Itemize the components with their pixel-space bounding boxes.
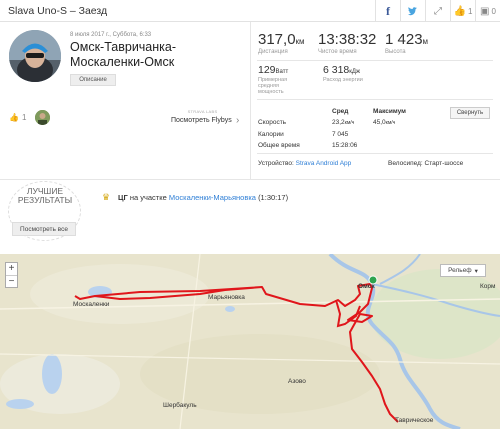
energy-unit: кДж bbox=[349, 69, 360, 75]
map-label-kormilovka: Корм bbox=[480, 283, 496, 290]
comment-button[interactable]: ▣ 0 bbox=[475, 0, 500, 22]
energy-label: Расход энергии bbox=[323, 77, 363, 83]
row-speed-max: 45,0км/ч bbox=[373, 119, 395, 126]
bike-value: Старт-шоссе bbox=[424, 160, 464, 167]
stat-moving-time: 13:38:32 Чистое время bbox=[318, 31, 376, 55]
page-title: Slava Uno-S – Заезд bbox=[8, 5, 108, 17]
speed-max-unit: км/ч bbox=[385, 120, 396, 126]
stat-elevation: 1 423м Высота bbox=[385, 31, 428, 55]
thumbs-up-icon: 👍 bbox=[453, 5, 466, 17]
best-results-line: РЕЗУЛЬТАТЫ bbox=[17, 195, 73, 205]
moving-time-value: 13:38:32 bbox=[318, 31, 377, 48]
stat-power: 129Ватт Примерная средняя мощность bbox=[258, 64, 288, 95]
kudos-count: 1 bbox=[21, 113, 27, 122]
strava-labs-label: STRAVA LABS bbox=[187, 109, 218, 114]
map-label-moskalenki: Москаленки bbox=[73, 301, 110, 308]
like-count: 1 bbox=[468, 6, 473, 16]
bike-info: Велосипед: Старт-шоссе bbox=[388, 160, 463, 167]
kudos-counter[interactable]: 👍 1 bbox=[9, 113, 26, 122]
map-canvas bbox=[0, 254, 500, 429]
twitter-icon bbox=[408, 6, 417, 15]
best-results-heading: ЛУЧШИЕ РЕЗУЛЬТАТЫ bbox=[14, 187, 76, 205]
elevation-unit: м bbox=[422, 37, 429, 46]
header-actions: f ⤢ 👍 1 ▣ 0 bbox=[375, 0, 500, 22]
device-link[interactable]: Strava Android App bbox=[296, 160, 352, 167]
page-header: Slava Uno-S – Заезд f ⤢ 👍 1 ▣ 0 bbox=[0, 0, 500, 22]
row-total-time-label: Общее время bbox=[258, 142, 300, 149]
like-button[interactable]: 👍 1 bbox=[450, 0, 475, 22]
map-label-sherbakul: Шербакуль bbox=[163, 402, 197, 409]
share-icon: ⤢ bbox=[434, 5, 442, 17]
map-label-omsk: Омск bbox=[358, 283, 375, 290]
speed-avg-unit: км/ч bbox=[344, 120, 355, 126]
map-layer-select[interactable]: Рельеф ▾ bbox=[440, 264, 486, 277]
divider bbox=[257, 153, 493, 154]
activity-date: 8 июля 2017 г., Суббота, 6:33 bbox=[70, 32, 152, 38]
row-speed-avg: 23,2км/ч bbox=[332, 119, 354, 126]
map-label-azovo: Азово bbox=[288, 378, 306, 385]
power-value: 129 bbox=[258, 64, 276, 76]
route-map[interactable]: + − Рельеф ▾ Москаленки Марьяновка Омск … bbox=[0, 254, 500, 429]
segment-time: (1:30:17) bbox=[258, 193, 289, 202]
speed-max-value: 45,0 bbox=[373, 119, 386, 126]
row-speed-label: Скорость bbox=[258, 119, 287, 126]
chevron-right-icon: › bbox=[236, 115, 240, 126]
distance-unit: км bbox=[295, 37, 305, 46]
map-label-maryanovka: Марьяновка bbox=[208, 294, 245, 301]
stat-distance: 317,0км Дистанция bbox=[258, 31, 305, 55]
zoom-control: + − bbox=[5, 262, 18, 288]
power-label-line: мощность bbox=[258, 89, 284, 95]
segment-link[interactable]: Москаленки-Марьяновка bbox=[169, 193, 256, 202]
comment-icon: ▣ bbox=[480, 5, 490, 17]
zoom-in-button[interactable]: + bbox=[6, 263, 17, 275]
collapse-button[interactable]: Свернуть bbox=[450, 107, 490, 119]
power-label: Примерная средняя мощность bbox=[258, 77, 288, 95]
distance-value: 317,0 bbox=[258, 31, 296, 48]
zoom-out-button[interactable]: − bbox=[6, 275, 17, 287]
share-button[interactable]: ⤢ bbox=[425, 0, 450, 22]
divider bbox=[257, 99, 493, 100]
elevation-value: 1 423 bbox=[385, 31, 423, 48]
row-calories-avg: 7 045 bbox=[332, 131, 349, 138]
elevation-label: Высота bbox=[385, 49, 406, 55]
row-calories-label: Калории bbox=[258, 131, 284, 138]
athlete-avatar[interactable] bbox=[9, 30, 61, 82]
energy-value: 6 318 bbox=[323, 64, 350, 76]
kudos-icon: 👍 bbox=[9, 113, 19, 122]
map-label-tavricheskoe: Таврическое bbox=[395, 417, 434, 424]
comment-count: 0 bbox=[491, 6, 496, 16]
twitter-share-button[interactable] bbox=[400, 0, 425, 22]
bike-label: Велосипед: bbox=[388, 160, 423, 167]
distance-label: Дистанция bbox=[258, 49, 288, 55]
divider bbox=[257, 60, 493, 61]
on-segment-text: на участке bbox=[129, 193, 167, 202]
device-label: Устройство: bbox=[258, 160, 294, 167]
col-header-max: Максимум bbox=[373, 108, 406, 115]
see-all-button[interactable]: Посмотреть все bbox=[12, 222, 76, 236]
facebook-icon: f bbox=[386, 3, 390, 18]
kom-label: ЦГ bbox=[118, 193, 128, 202]
device-info: Устройство: Strava Android App bbox=[258, 160, 351, 167]
description-button[interactable]: Описание bbox=[70, 74, 116, 86]
crown-icon: ♛ bbox=[102, 192, 111, 202]
flybys-link[interactable]: Посмотреть Flybys bbox=[171, 117, 232, 124]
divider bbox=[250, 22, 251, 179]
row-total-time-avg: 15:28:06 bbox=[332, 142, 358, 149]
moving-time-label: Чистое время bbox=[318, 49, 357, 55]
kudo-athlete-avatar[interactable] bbox=[35, 110, 50, 125]
stat-energy: 6 318кДж Расход энергии bbox=[323, 64, 363, 83]
achievement-item: ЦГ на участке Москаленки-Марьяновка (1:3… bbox=[118, 193, 288, 202]
divider bbox=[0, 179, 500, 180]
power-unit: Ватт bbox=[275, 69, 289, 75]
speed-avg-value: 23,2 bbox=[332, 119, 345, 126]
facebook-share-button[interactable]: f bbox=[375, 0, 400, 22]
layer-label: Рельеф bbox=[448, 267, 472, 274]
activity-title: Омск-Тавричанка-Москаленки-Омск bbox=[70, 40, 177, 69]
col-header-avg: Сред bbox=[332, 108, 349, 115]
chevron-down-icon: ▾ bbox=[474, 267, 478, 275]
